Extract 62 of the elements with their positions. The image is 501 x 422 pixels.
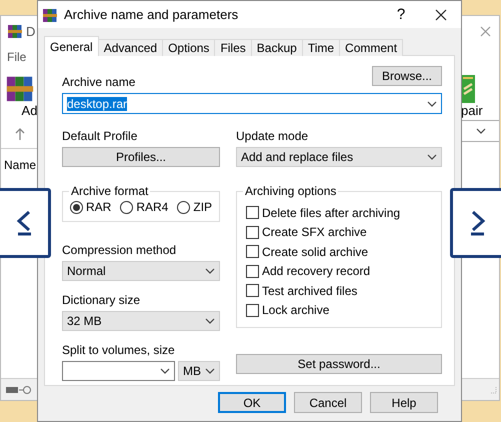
browse-button[interactable]: Browse... — [372, 66, 442, 86]
caret-icon — [205, 268, 215, 274]
books-icon — [42, 6, 58, 22]
tab[interactable]: Comment — [339, 39, 404, 56]
profiles-button[interactable]: Profiles... — [62, 147, 220, 167]
field-label: Split to volumes, size — [62, 342, 176, 358]
unit-select[interactable]: MB — [178, 361, 220, 381]
checkbox-option[interactable]: Lock archive — [246, 304, 441, 317]
toolbar-label[interactable]: pair — [461, 103, 483, 118]
tab[interactable]: Time — [302, 39, 340, 56]
books-icon — [7, 23, 23, 39]
chevron-left-icon — [16, 210, 32, 236]
tab[interactable]: Advanced — [98, 39, 164, 56]
chevron-right-icon — [470, 210, 486, 236]
update-mode-select[interactable]: Add and replace files — [236, 147, 442, 167]
caret-icon — [427, 154, 437, 160]
caret-icon — [205, 318, 215, 324]
repair-icon[interactable] — [461, 75, 475, 103]
caret-icon — [427, 100, 437, 106]
radio-option[interactable]: RAR — [70, 200, 112, 214]
checkbox-option[interactable]: Test archived files — [246, 284, 441, 298]
help-button[interactable]: ? — [381, 6, 421, 23]
tab[interactable]: Files — [214, 39, 252, 56]
path-dropdown[interactable] — [461, 120, 499, 142]
previous-button[interactable] — [0, 188, 51, 258]
group-label: Archiving options — [243, 184, 338, 198]
checkbox-option[interactable]: Create solid archive — [246, 245, 441, 258]
tab[interactable]: Backup — [250, 39, 303, 56]
archive-name-field[interactable]: desktop.rar — [62, 93, 442, 114]
caret-icon — [205, 368, 215, 374]
dictionary-select[interactable]: 32 MB — [62, 311, 220, 331]
volume-size-field[interactable] — [62, 361, 175, 381]
resize-grip-icon — [489, 386, 497, 394]
tab[interactable]: Options — [162, 39, 216, 56]
radio-option[interactable]: ZIP — [177, 200, 212, 214]
set-password-button[interactable]: Set password... — [236, 354, 442, 374]
tab[interactable]: General — [44, 36, 99, 56]
selected-text: desktop.rar — [67, 96, 128, 110]
toolbar-label[interactable]: Ad — [2, 103, 38, 118]
field-label: Update mode — [236, 128, 310, 144]
caret-icon — [476, 128, 486, 134]
drive-icon — [5, 384, 33, 394]
dialog-button[interactable]: OK — [218, 392, 286, 413]
dialog-button[interactable]: Help — [370, 392, 438, 413]
group-label: Archive format — [69, 184, 150, 198]
compression-select[interactable]: Normal — [62, 261, 220, 281]
next-button[interactable] — [450, 188, 501, 258]
caret-icon — [160, 368, 170, 374]
radio-option[interactable]: RAR4 — [120, 200, 168, 214]
menu-item[interactable]: File — [7, 50, 26, 64]
field-label: Compression method — [62, 242, 178, 258]
checkbox-option[interactable]: Create SFX archive — [246, 226, 441, 239]
dialog-button[interactable]: Cancel — [294, 392, 362, 413]
field-label: Archive name — [62, 74, 136, 90]
close-icon[interactable] — [435, 8, 447, 20]
field-label: Dictionary size — [62, 292, 142, 308]
checkbox-option[interactable]: Add recovery record — [246, 264, 441, 278]
up-arrow-icon[interactable] — [15, 128, 25, 140]
dialog-title: Archive name and parameters — [64, 7, 240, 22]
window-title: D — [26, 24, 36, 38]
checkbox-option[interactable]: Delete files after archiving — [246, 206, 441, 220]
field-label: Default Profile — [62, 128, 138, 144]
